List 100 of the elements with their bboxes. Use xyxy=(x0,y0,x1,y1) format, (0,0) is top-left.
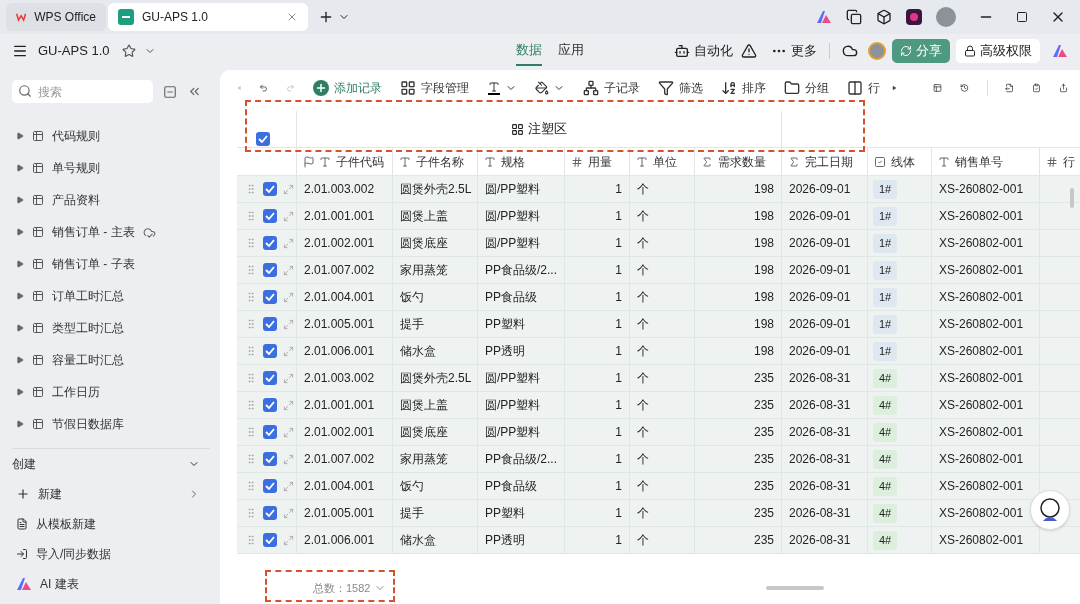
row-checkbox[interactable] xyxy=(263,344,277,358)
menu-icon[interactable] xyxy=(12,43,28,59)
window-tab[interactable]: WPS Office xyxy=(6,3,106,31)
table-cell: PP食品级 xyxy=(478,284,565,310)
row-checkbox[interactable] xyxy=(263,371,277,385)
collapse-all-icon[interactable] xyxy=(163,84,177,99)
drag-handle-icon[interactable] xyxy=(245,264,257,276)
expand-arrow-icon[interactable] xyxy=(16,420,24,428)
fill-color-button[interactable] xyxy=(535,81,566,95)
column-header[interactable]: 子件代码 xyxy=(297,148,393,175)
toolbar-button[interactable]: 子记录 xyxy=(583,79,641,97)
column-header[interactable]: 需求数量 xyxy=(695,148,782,175)
permission-button[interactable]: 高级权限 xyxy=(956,39,1040,63)
row-checkbox[interactable] xyxy=(263,506,277,520)
text-color-button[interactable] xyxy=(487,81,518,95)
horizontal-scrollbar[interactable] xyxy=(766,586,825,590)
row-checkbox[interactable] xyxy=(263,182,277,196)
create-item[interactable]: 导入/同步数据 xyxy=(12,539,210,569)
sidebar-item[interactable]: 节假日数据库 xyxy=(12,408,210,440)
scroll-right-icon[interactable] xyxy=(892,84,897,92)
expand-arrow-icon[interactable] xyxy=(16,228,24,236)
line-tag: 1# xyxy=(873,233,898,253)
automation-button[interactable]: 自动化 xyxy=(674,41,733,61)
drag-handle-icon[interactable] xyxy=(245,210,257,222)
sidebar-item[interactable]: 销售订单 - 主表 xyxy=(12,216,210,248)
toolbar-button[interactable]: 行 xyxy=(847,79,881,97)
sidebar-item[interactable]: 单号规则 xyxy=(12,152,210,184)
expand-arrow-icon[interactable] xyxy=(16,356,24,364)
column-header[interactable]: 单位 xyxy=(630,148,695,175)
drag-handle-icon[interactable] xyxy=(245,345,257,357)
drag-handle-icon[interactable] xyxy=(245,480,257,492)
expand-arrow-icon[interactable] xyxy=(16,196,24,204)
collaborator-avatar[interactable] xyxy=(868,42,886,60)
row-checkbox[interactable] xyxy=(263,452,277,466)
row-checkbox[interactable] xyxy=(263,290,277,304)
row-checkbox[interactable] xyxy=(263,209,277,223)
row-checkbox[interactable] xyxy=(263,236,277,250)
column-header[interactable]: 销售单号 xyxy=(932,148,1040,175)
drag-handle-icon[interactable] xyxy=(245,372,257,384)
create-item[interactable]: AI 建表 xyxy=(12,569,210,599)
drag-handle-icon[interactable] xyxy=(245,291,257,303)
toolbar-button[interactable]: 添加记录 xyxy=(313,79,383,97)
row-checkbox[interactable] xyxy=(255,132,270,146)
drag-handle-icon[interactable] xyxy=(245,426,257,438)
expand-arrow-icon[interactable] xyxy=(16,260,24,268)
expand-arrow-icon[interactable] xyxy=(16,324,24,332)
vertical-scrollbar[interactable] xyxy=(1070,188,1074,208)
drag-handle-icon[interactable] xyxy=(245,453,257,465)
column-header[interactable]: 完工日期 xyxy=(782,148,868,175)
new-tab-icon[interactable] xyxy=(318,9,334,25)
drag-handle-icon[interactable] xyxy=(245,183,257,195)
view-tab[interactable]: 数据 xyxy=(515,36,542,66)
star-icon[interactable] xyxy=(121,44,136,58)
column-header[interactable]: 规格 xyxy=(478,148,565,175)
sidebar-item[interactable]: 销售订单 - 子表 xyxy=(12,248,210,280)
more-button[interactable]: 更多 xyxy=(771,41,817,61)
toolbar-button[interactable]: 分组 xyxy=(784,79,830,97)
sidebar-item[interactable]: 代码规则 xyxy=(12,120,210,152)
app-badge-icon[interactable] xyxy=(906,9,922,25)
row-checkbox[interactable] xyxy=(263,479,277,493)
cloud-icon[interactable] xyxy=(842,43,858,59)
sidebar-item[interactable]: 订单工时汇总 xyxy=(12,280,210,312)
column-header[interactable]: 线体 xyxy=(868,148,932,175)
windows-icon[interactable] xyxy=(846,9,862,25)
view-tab[interactable]: 应用 xyxy=(557,36,584,66)
column-header[interactable]: 用量 xyxy=(565,148,630,175)
user-avatar[interactable] xyxy=(936,7,956,27)
expand-arrow-icon[interactable] xyxy=(16,388,24,396)
drag-handle-icon[interactable] xyxy=(245,237,257,249)
row-checkbox[interactable] xyxy=(263,317,277,331)
sidebar-item[interactable]: 类型工时汇总 xyxy=(12,312,210,344)
expand-arrow-icon[interactable] xyxy=(16,164,24,172)
drag-handle-icon[interactable] xyxy=(245,534,257,546)
row-checkbox[interactable] xyxy=(263,398,277,412)
toolbar-button[interactable]: 字段管理 xyxy=(400,79,470,97)
window-tab[interactable]: GU-APS 1.0 xyxy=(108,3,308,31)
expand-arrow-icon[interactable] xyxy=(16,292,24,300)
toolbar-button[interactable]: 筛选 xyxy=(658,79,704,97)
sidebar-item[interactable]: 工作日历 xyxy=(12,376,210,408)
sidebar-item[interactable]: 容量工时汇总 xyxy=(12,344,210,376)
drag-handle-icon[interactable] xyxy=(245,507,257,519)
column-header[interactable]: 子件名称 xyxy=(393,148,478,175)
sidebar-item[interactable]: 产品资料 xyxy=(12,184,210,216)
warning-icon[interactable] xyxy=(741,43,757,59)
cube-icon[interactable] xyxy=(876,9,892,25)
table-cell: 198 xyxy=(695,257,782,283)
toolbar-button[interactable]: 排序 xyxy=(721,79,767,97)
expand-arrow-icon[interactable] xyxy=(16,132,24,140)
drag-handle-icon[interactable] xyxy=(245,399,257,411)
row-checkbox[interactable] xyxy=(263,263,277,277)
search-field[interactable]: 搜索 xyxy=(12,80,153,103)
row-checkbox[interactable] xyxy=(263,533,277,547)
table-cell: 圆/PP塑料 xyxy=(478,176,565,202)
maximize-icon[interactable] xyxy=(1016,11,1028,23)
record-total[interactable]: 总数：1582 xyxy=(313,579,387,597)
drag-handle-icon[interactable] xyxy=(245,318,257,330)
column-header[interactable]: 行 xyxy=(1040,148,1080,175)
row-checkbox[interactable] xyxy=(263,425,277,439)
create-item[interactable]: 从模板新建 xyxy=(12,509,210,539)
create-item[interactable]: 新建 xyxy=(12,479,210,509)
